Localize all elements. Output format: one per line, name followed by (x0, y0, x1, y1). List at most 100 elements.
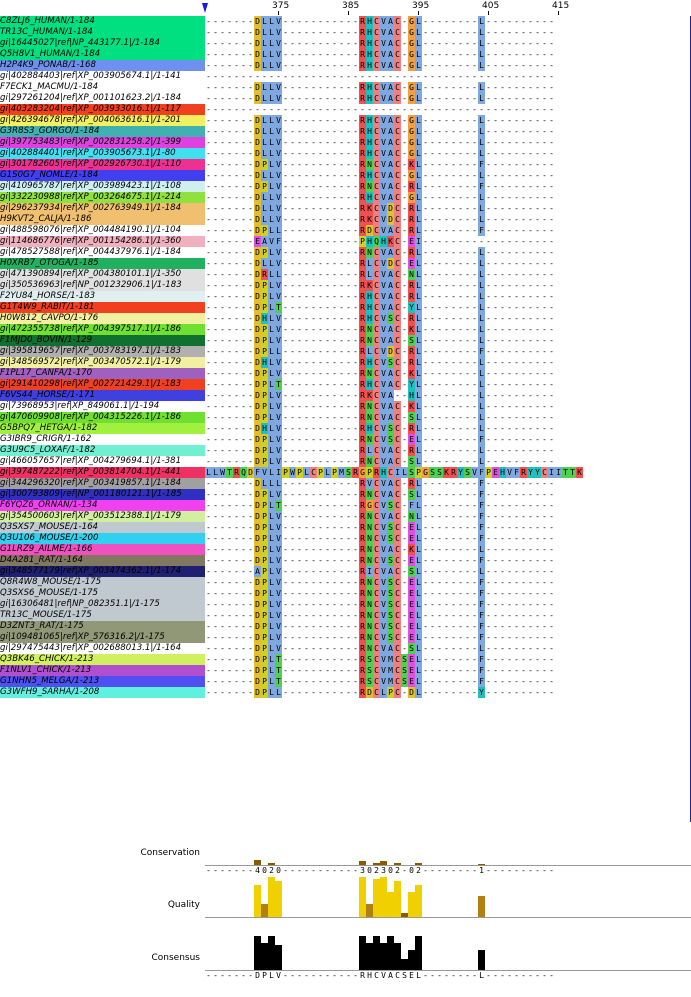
sequence-name[interactable]: F6VS44_HORSE/1-171 (0, 390, 205, 401)
sequence-name[interactable]: gi|466057657|ref|XP_004279694.1|/1-381 (0, 456, 205, 467)
sequence-name[interactable]: gi|348577179|ref|XP_003474362.1|/1-174 (0, 566, 205, 577)
conservation-value: 4 (255, 866, 260, 875)
conservation-value: 0 (276, 866, 281, 875)
conservation-value: - (353, 866, 358, 875)
conservation-value: 0 (409, 866, 414, 875)
sequence-name[interactable]: H0W812_CAVPO/1-176 (0, 313, 205, 324)
sequence-name[interactable]: Q3SXS7_MOUSE/1-164 (0, 522, 205, 533)
consensus-bar (408, 950, 415, 970)
sequence-name[interactable]: gi|301782605|ref|XP_002926730.1|/1-110 (0, 159, 205, 170)
sequence-name[interactable]: Q3U106_MOUSE/1-200 (0, 533, 205, 544)
sequence-name[interactable]: Q5H8V1_HUMAN/1-184 (0, 49, 205, 60)
sequence-name[interactable]: H9KVT2_CALJA/1-186 (0, 214, 205, 225)
sequence-name[interactable]: G3R8S3_GORGO/1-184 (0, 126, 205, 137)
sequence-name[interactable]: TR13C_HUMAN/1-184 (0, 27, 205, 38)
sequence-name[interactable]: G1NHN5_MELGA/1-213 (0, 676, 205, 687)
sequence-name[interactable]: gi|348569572|ref|XP_003470572.1|/1-179 (0, 357, 205, 368)
consensus-value: - (549, 971, 554, 980)
sequence-name[interactable]: G5BPQ7_HETGA/1-182 (0, 423, 205, 434)
sequence-name[interactable]: gi|297261204|ref|XP_001101623.2|/1-184 (0, 93, 205, 104)
sequence-name[interactable]: gi|344296320|ref|XP_003419857.1|/1-184 (0, 478, 205, 489)
sequence-name[interactable]: G3WFH9_SARHA/1-208 (0, 687, 205, 698)
sequence-name[interactable]: G1LRZ9_AILME/1-166 (0, 544, 205, 555)
consensus-value: - (430, 971, 435, 980)
quality-bar (261, 904, 268, 917)
sequence-name[interactable]: Q3BK46_CHICK/1-213 (0, 654, 205, 665)
ruler-tick (278, 11, 279, 15)
sequence-name[interactable]: gi|109481065|ref|XP_576316.2|/1-175 (0, 632, 205, 643)
sequence-name[interactable]: gi|403283204|ref|XP_003933016.1|/1-117 (0, 104, 205, 115)
sequence-name[interactable]: Q8R4W8_MOUSE/1-175 (0, 577, 205, 588)
sequence-name[interactable]: gi|296237934|ref|XP_002763949.1|/1-184 (0, 203, 205, 214)
sequence-name[interactable]: gi|488598076|ref|XP_004484190.1|/1-104 (0, 225, 205, 236)
sequence-name[interactable]: gi|426394678|ref|XP_004063616.1|/1-201 (0, 115, 205, 126)
sequence-name[interactable]: F1PL17_CANFA/1-170 (0, 368, 205, 379)
sequence-name[interactable]: D4A281_RAT/1-164 (0, 555, 205, 566)
sequence-name[interactable]: gi|402884401|ref|XP_003905673.1|/1-80 (0, 148, 205, 159)
ruler-label: 385 (342, 1, 360, 11)
sequence-name[interactable]: G3IBR9_CRIGR/1-162 (0, 434, 205, 445)
sequence-name[interactable]: gi|16306481|ref|NP_082351.1|/1-175 (0, 599, 205, 610)
annotation-panel: Conservation Quality Consensus -------40… (0, 838, 691, 997)
consensus-bar (366, 943, 373, 970)
sequence-name[interactable]: TR13C_MOUSE/1-175 (0, 610, 205, 621)
sequence-name[interactable]: gi|332230988|ref|XP_003264675.1|/1-214 (0, 192, 205, 203)
ruler-tick (348, 11, 349, 15)
sequence-name[interactable]: gi|402884403|ref|XP_003905674.1|/1-141 (0, 71, 205, 82)
consensus-value: - (325, 971, 330, 980)
consensus-value: E (409, 971, 414, 980)
sequence-name[interactable]: gi|73968953|ref|XP_849061.1|/1-194 (0, 401, 205, 412)
ruler-label: 405 (482, 1, 500, 11)
conservation-value: - (514, 866, 519, 875)
sequence-name[interactable]: F7ECK1_MACMU/1-184 (0, 82, 205, 93)
consensus-bar (401, 959, 408, 970)
conservation-value: - (451, 866, 456, 875)
sequence-name[interactable]: Q3SXS6_MOUSE/1-175 (0, 588, 205, 599)
sequence-name[interactable]: gi|470609908|ref|XP_004315226.1|/1-186 (0, 412, 205, 423)
sequence-name[interactable]: G1T4W9_RABIT/1-181 (0, 302, 205, 313)
conservation-value: - (444, 866, 449, 875)
sequence-name[interactable]: gi|397753483|ref|XP_002831258.2|/1-399 (0, 137, 205, 148)
sequence-name[interactable]: G1S0G7_NOMLE/1-184 (0, 170, 205, 181)
sequence-name[interactable]: gi|471390894|ref|XP_004380101.1|/1-350 (0, 269, 205, 280)
sequence-name[interactable]: F1NLV1_CHICK/1-213 (0, 665, 205, 676)
sequence-name[interactable]: gi|300793809|ref|NP_001180121.1|/1-185 (0, 489, 205, 500)
conservation-value: - (465, 866, 470, 875)
conservation-value: - (542, 866, 547, 875)
position-ruler: 375 385 395 405 415 (205, 0, 691, 16)
sequence-name[interactable]: D3ZNT3_RAT/1-175 (0, 621, 205, 632)
sequence-name[interactable]: gi|291410298|ref|XP_002721429.1|/1-183 (0, 379, 205, 390)
consensus-bar (478, 950, 485, 970)
conservation-value: 2 (374, 866, 379, 875)
conservation-value: 1 (479, 866, 484, 875)
consensus-value: - (346, 971, 351, 980)
conservation-value: 2 (269, 866, 274, 875)
conservation-value: - (528, 866, 533, 875)
sequence-name[interactable]: F1MJD0_BOVIN/1-129 (0, 335, 205, 346)
conservation-bar (380, 861, 387, 865)
sequence-name[interactable]: G3U9C5_LOXAF/1-182 (0, 445, 205, 456)
consensus-value: L (269, 971, 274, 980)
consensus-value: A (388, 971, 393, 980)
sequence-name[interactable]: gi|297475443|ref|XP_002688013.1|/1-164 (0, 643, 205, 654)
sequence-name[interactable]: gi|397487222|ref|XP_003814704.1|/1-441 (0, 467, 205, 478)
consensus-value: - (353, 971, 358, 980)
sequence-name[interactable]: F2YU84_HORSE/1-183 (0, 291, 205, 302)
conservation-value: - (430, 866, 435, 875)
sequence-name[interactable]: H0XRB7_OTOGA/1-185 (0, 258, 205, 269)
sequence-name[interactable]: gi|114686776|ref|XP_001154286.1|/1-360 (0, 236, 205, 247)
sequence-name[interactable]: F6YQZ6_ORNAN/1-134 (0, 500, 205, 511)
sequence-name[interactable]: C8ZLJ6_HUMAN/1-184 (0, 16, 205, 27)
sequence-name[interactable]: gi|350536963|ref|NP_001232906.1|/1-183 (0, 280, 205, 291)
conservation-value: - (535, 866, 540, 875)
sequence-name[interactable]: gi|395819657|ref|XP_003783197.1|/1-183 (0, 346, 205, 357)
sequence-name[interactable]: gi|354500603|ref|XP_003512388.1|/1-179 (0, 511, 205, 522)
conservation-value: - (290, 866, 295, 875)
sequence-name[interactable]: gi|410965787|ref|XP_003989423.1|/1-108 (0, 181, 205, 192)
consensus-value: - (283, 971, 288, 980)
consensus-value: - (514, 971, 519, 980)
sequence-name[interactable]: gi|16445027|ref|NP_443177.1|/1-184 (0, 38, 205, 49)
sequence-name[interactable]: gi|472355738|ref|XP_004397517.1|/1-186 (0, 324, 205, 335)
sequence-name[interactable]: gi|478527588|ref|XP_004437976.1|/1-184 (0, 247, 205, 258)
sequence-name[interactable]: H2P4K9_PONAB/1-168 (0, 60, 205, 71)
